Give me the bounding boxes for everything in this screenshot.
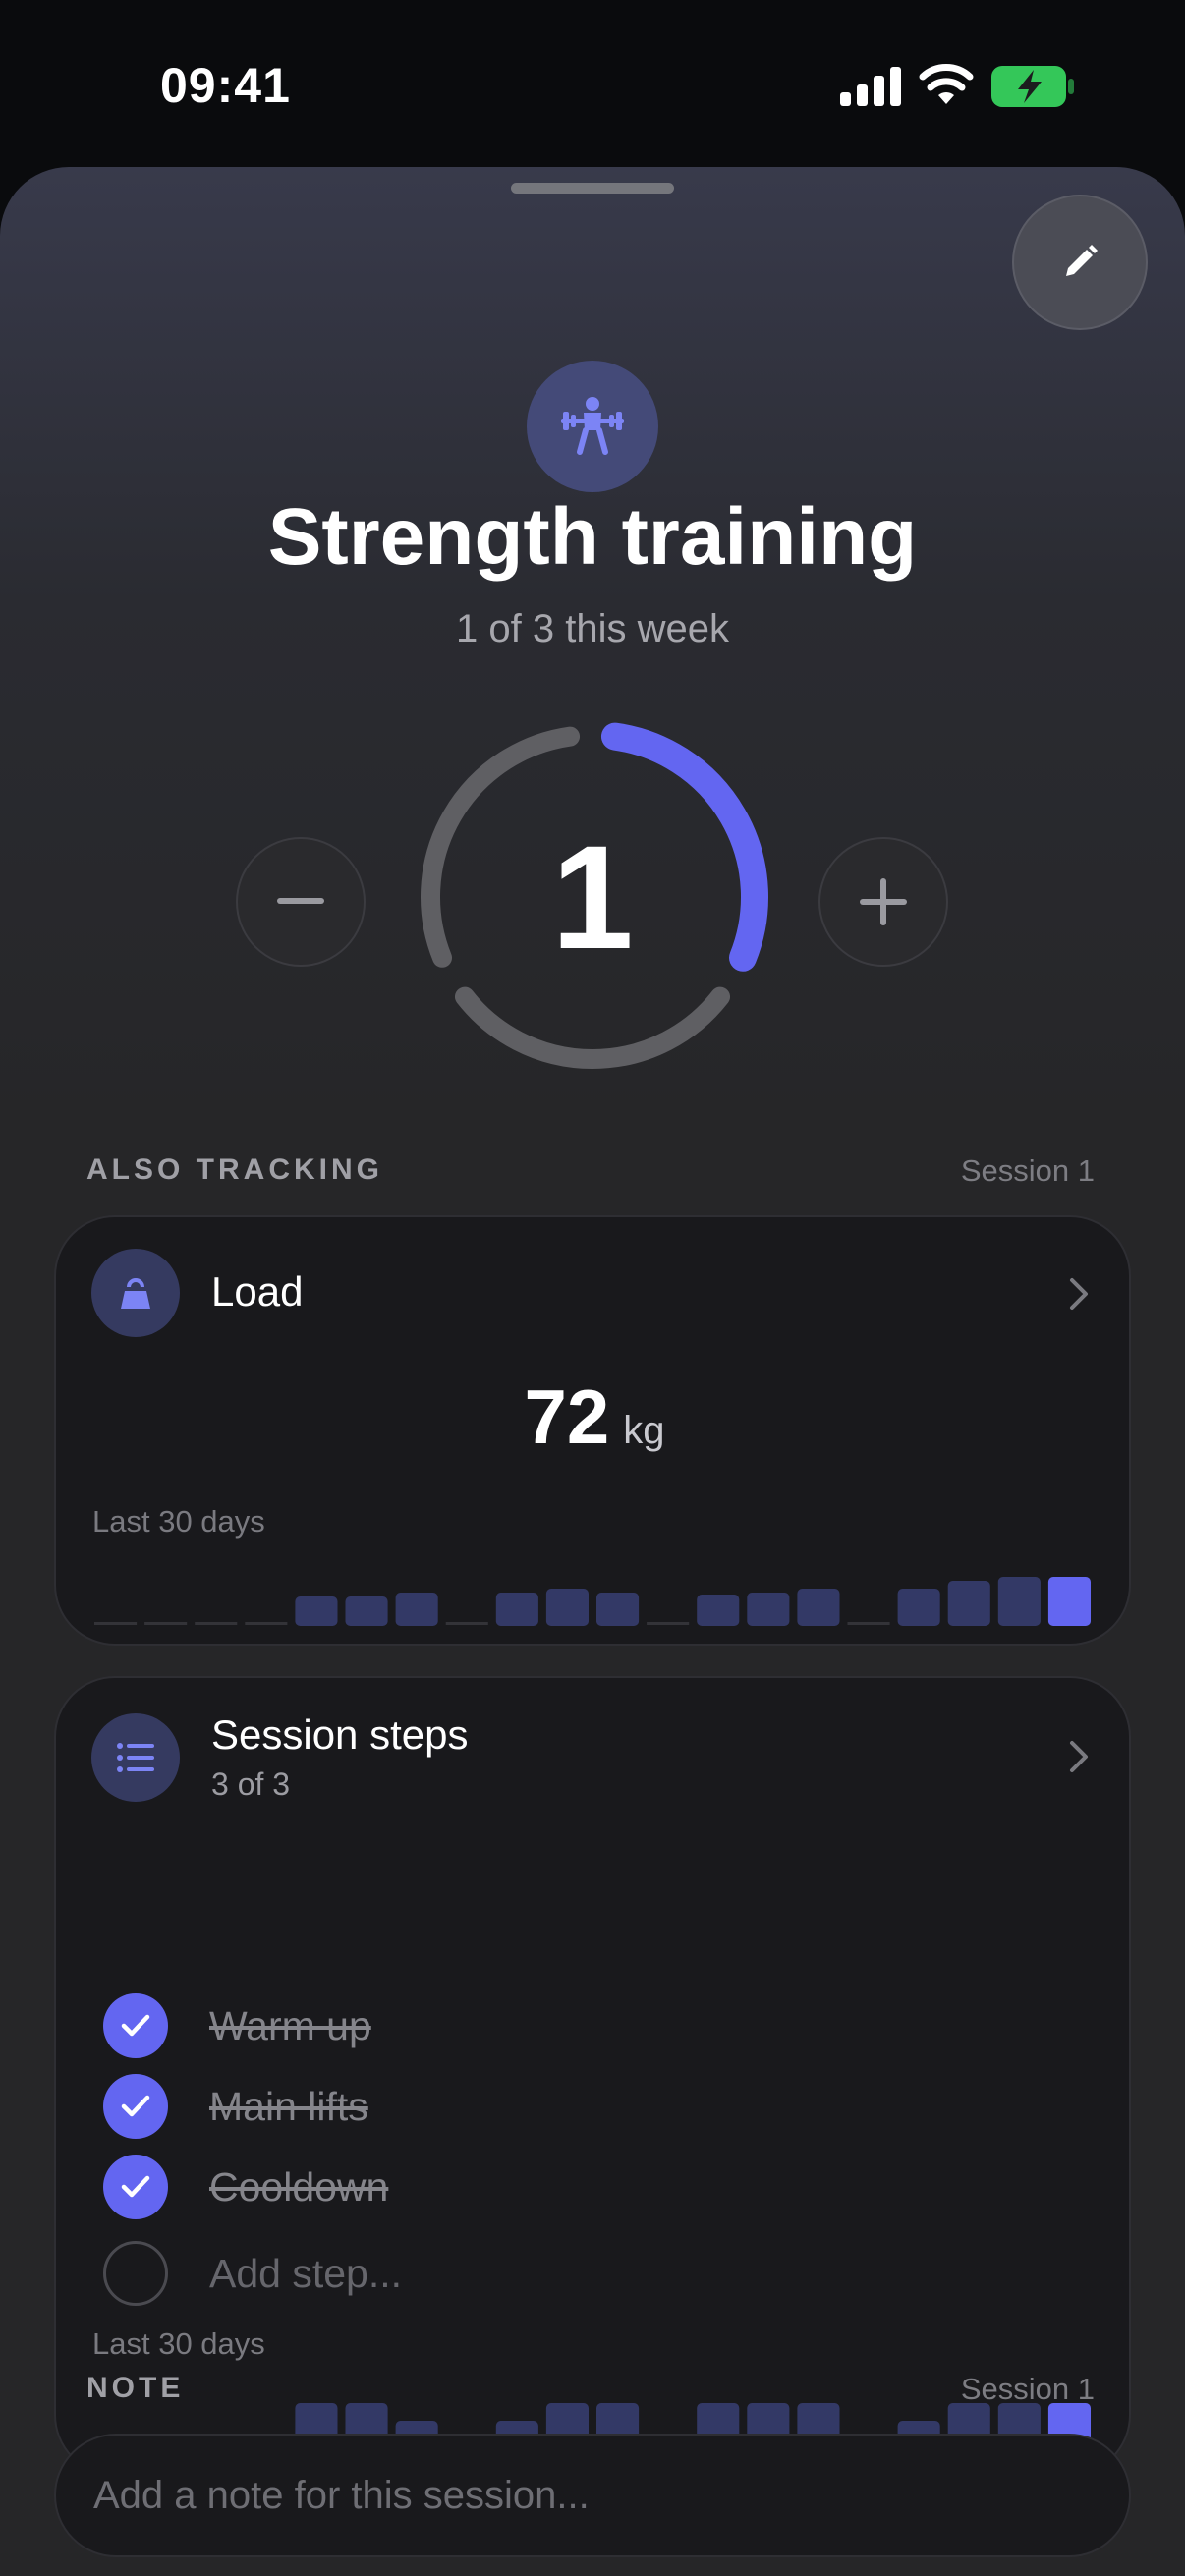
history-bar xyxy=(947,1581,990,1626)
checkmark-icon xyxy=(121,2095,150,2117)
chevron-right-icon xyxy=(1070,1741,1088,1772)
habit-progress-text: 1 of 3 this week xyxy=(456,607,729,650)
also-tracking-session: Session 1 xyxy=(960,1153,1095,1188)
minus-icon xyxy=(277,898,324,904)
history-bar xyxy=(345,1596,388,1626)
step-checkbox[interactable] xyxy=(103,2155,168,2219)
history-bar xyxy=(545,1589,589,1626)
add-step-circle[interactable] xyxy=(103,2241,168,2306)
weightlifting-icon xyxy=(561,397,624,455)
history-bar xyxy=(295,1596,338,1626)
load-value: 72 kg xyxy=(56,1372,1133,1462)
note-input[interactable]: Add a note for this session... xyxy=(54,2434,1131,2557)
battery-charging-icon xyxy=(991,66,1074,107)
session-steps-card[interactable]: Session steps 3 of 3 Warm up Main lifts … xyxy=(54,1676,1131,2476)
step-checkbox[interactable] xyxy=(103,1993,168,2058)
chevron-right-icon xyxy=(1070,1278,1088,1310)
decrement-button[interactable] xyxy=(236,837,366,967)
increment-button[interactable] xyxy=(818,837,948,967)
note-label: NOTE xyxy=(86,2372,185,2404)
checkmark-icon xyxy=(121,2175,150,2198)
load-history-label: Last 30 days xyxy=(92,1504,265,1539)
checkmark-icon xyxy=(121,2014,150,2037)
load-title: Load xyxy=(211,1268,304,1315)
history-bar xyxy=(94,1622,138,1625)
history-bar xyxy=(997,1577,1041,1626)
load-unit: kg xyxy=(623,1409,665,1452)
history-bar xyxy=(445,1622,488,1625)
load-number: 72 xyxy=(524,1373,610,1460)
also-tracking-label: ALSO TRACKING xyxy=(86,1153,383,1186)
history-bar xyxy=(847,1622,890,1625)
history-bar xyxy=(195,1622,238,1625)
plus-icon xyxy=(860,878,907,925)
history-bar xyxy=(596,1593,640,1626)
step-label: Cooldown xyxy=(209,2163,389,2210)
wifi-icon xyxy=(919,64,974,104)
history-bar xyxy=(647,1622,690,1625)
load-card[interactable]: Load 72 kg Last 30 days xyxy=(54,1215,1131,1646)
history-bar xyxy=(495,1593,538,1626)
progress-count: 1 xyxy=(551,813,634,980)
cellular-signal-icon xyxy=(840,67,901,106)
steps-icon-badge xyxy=(91,1713,180,1802)
history-bar xyxy=(747,1593,790,1626)
history-bar xyxy=(245,1622,288,1625)
kettlebell-icon xyxy=(121,1278,150,1309)
status-time: 09:41 xyxy=(160,58,291,113)
sheet-grabber[interactable] xyxy=(511,183,674,194)
step-checkbox[interactable] xyxy=(103,2074,168,2139)
step-item[interactable]: Cooldown xyxy=(103,2155,388,2219)
history-bar xyxy=(897,1589,940,1626)
history-bar xyxy=(144,1622,188,1625)
step-item[interactable]: Warm up xyxy=(103,1993,371,2058)
history-bar xyxy=(697,1595,740,1626)
step-label: Warm up xyxy=(209,2002,371,2048)
edit-button[interactable] xyxy=(1012,195,1148,330)
load-icon-badge xyxy=(91,1249,180,1337)
steps-history-label: Last 30 days xyxy=(92,2326,265,2361)
step-item[interactable]: Main lifts xyxy=(103,2074,368,2139)
note-session: Session 1 xyxy=(960,2372,1095,2406)
edit-pencil-icon xyxy=(1066,245,1098,276)
steps-count: 3 of 3 xyxy=(211,1766,291,1802)
list-icon xyxy=(117,1743,154,1772)
history-bar xyxy=(797,1589,840,1626)
history-bar xyxy=(1047,1577,1091,1626)
add-step-row[interactable]: Add step... xyxy=(103,2241,402,2306)
habit-detail-sheet: Strength training 1 of 3 this week 1 ALS… xyxy=(0,167,1185,2576)
history-bar xyxy=(395,1593,438,1626)
add-step-input[interactable]: Add step... xyxy=(209,2251,402,2297)
habit-icon xyxy=(527,361,658,492)
status-bar: 09:41 xyxy=(0,0,1185,167)
load-history-chart xyxy=(94,1577,1091,1626)
habit-title: Strength training xyxy=(267,492,918,582)
steps-title: Session steps xyxy=(211,1711,469,1758)
step-label: Main lifts xyxy=(209,2083,368,2129)
